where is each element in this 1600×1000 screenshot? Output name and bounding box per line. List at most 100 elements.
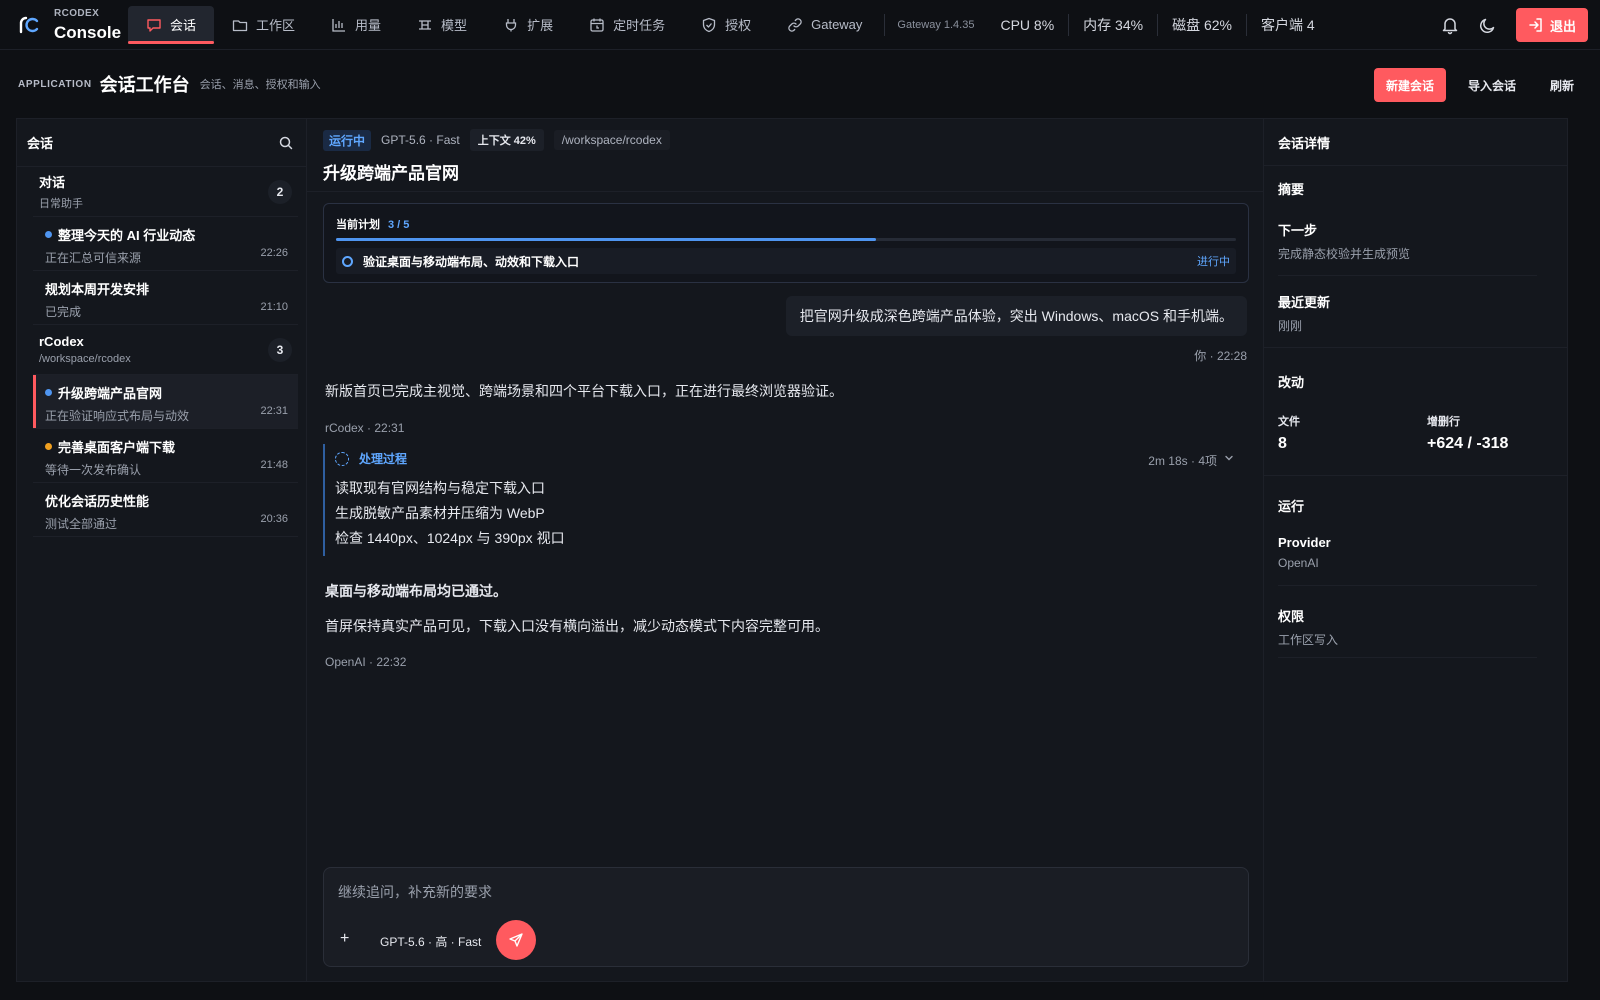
group-name: 对话 <box>39 175 66 190</box>
session-group-rcodex[interactable]: rCodex /workspace/rcodex 3 <box>33 325 298 375</box>
logout-icon <box>1529 18 1542 32</box>
chat-icon <box>147 18 161 32</box>
gateway-version: Gateway 1.4.35 <box>897 18 975 31</box>
refresh-button[interactable]: 刷新 <box>1538 68 1586 102</box>
details-title: 会话详情 <box>1278 133 1553 152</box>
status-dot <box>45 389 52 396</box>
message-input[interactable] <box>338 880 1218 904</box>
loading-icon <box>335 451 349 466</box>
nav-item-authorization[interactable]: 授权 <box>683 0 769 50</box>
page-header: APPLICATION 会话工作台 会话、消息、授权和输入 新建会话 导入会话 … <box>0 50 1600 118</box>
plan-step[interactable]: 验证桌面与移动端布局、动效和下载入口 进行中 <box>336 248 1236 274</box>
session-title: 规划本周开发安排 <box>45 282 150 297</box>
nav-item-models[interactable]: 模型 <box>399 0 485 50</box>
plan-step-text: 验证桌面与移动端布局、动效和下载入口 <box>363 254 580 269</box>
run-heading: 运行 <box>1278 499 1305 514</box>
status-dot <box>45 443 52 450</box>
next-step: 下一步 完成静态校验并生成预览 <box>1278 220 1553 262</box>
system-status: Gateway 1.4.35 CPU 8% 内存 34% 磁盘 62% 客户端 … <box>884 0 1328 50</box>
assistant-message-meta: OpenAI · 22:32 <box>325 655 407 669</box>
session-item[interactable]: 规划本周开发安排 已完成 21:10 <box>33 271 298 325</box>
session-time: 21:10 <box>260 301 288 313</box>
disk-usage: 磁盘 62% <box>1172 16 1233 33</box>
bar-chart-icon <box>332 18 346 32</box>
logout-button[interactable]: 退出 <box>1515 8 1588 42</box>
files-label: 文件 <box>1278 416 1300 428</box>
session-group-dialog[interactable]: 对话 日常助手 2 <box>33 167 298 217</box>
user-message-meta: 你 · 22:28 <box>1194 349 1247 363</box>
session-item[interactable]: 整理今天的 AI 行业动态 正在汇总可信来源 22:26 <box>33 217 298 271</box>
files-value: 8 <box>1278 435 1287 452</box>
chat-meta: 运行中 GPT-5.6 · Fast 上下文 42% /workspace/rc… <box>323 129 670 151</box>
divider <box>1278 585 1537 586</box>
shield-icon <box>702 17 716 32</box>
top-bar: RCODEX Console 会话 工作区 用量 模型 扩展 定时任务 授权 G… <box>0 0 1600 50</box>
nav-item-gateway[interactable]: Gateway <box>769 0 880 50</box>
model-selector[interactable]: GPT-5.6 · 高 · Fast <box>380 933 481 950</box>
session-list-panel: 会话 对话 日常助手 2 整理今天的 AI 行业动态 正在汇总可信来源 22:2… <box>16 118 306 982</box>
search-icon[interactable] <box>278 135 294 151</box>
provider-label: Provider <box>1278 535 1331 550</box>
nav-item-scheduled-tasks[interactable]: 定时任务 <box>571 0 683 50</box>
model-label: GPT-5.6 · Fast <box>381 133 460 147</box>
page-actions: 新建会话 导入会话 刷新 <box>1373 68 1586 102</box>
logout-label: 退出 <box>1549 18 1576 34</box>
process-stats: 2m 18s · 4项 <box>1148 454 1217 468</box>
top-actions: 退出 <box>1440 8 1588 42</box>
session-subtitle: 已完成 <box>45 305 82 319</box>
step-ring-icon <box>342 255 353 267</box>
session-time: 20:36 <box>260 513 288 525</box>
brand-name: Console <box>54 22 122 42</box>
last-updated-label: 最近更新 <box>1278 295 1331 310</box>
session-item[interactable]: 优化会话历史性能 测试全部通过 20:36 <box>33 483 298 537</box>
nav-item-label: Gateway <box>811 17 863 32</box>
session-subtitle: 测试全部通过 <box>45 517 118 531</box>
permission-label: 权限 <box>1278 609 1305 624</box>
new-session-button[interactable]: 新建会话 <box>1373 68 1446 102</box>
process-header[interactable]: 处理过程 <box>335 450 407 467</box>
nav-item-extensions[interactable]: 扩展 <box>485 0 571 50</box>
plan-count: 3 / 5 <box>388 219 410 231</box>
divider <box>1264 475 1567 476</box>
session-subtitle: 正在汇总可信来源 <box>45 251 142 265</box>
session-time: 22:26 <box>260 247 288 259</box>
chevron-down-icon[interactable] <box>1223 452 1235 464</box>
nav-item-sessions[interactable]: 会话 <box>128 5 215 44</box>
nav-item-label: 模型 <box>441 18 468 33</box>
process-label: 处理过程 <box>359 452 408 466</box>
assistant-message: 新版首页已完成主视觉、跨端场景和四个平台下载入口，正在进行最终浏览器验证。 <box>325 383 843 399</box>
session-item-active[interactable]: 升级跨端产品官网 正在验证响应式布局与动效 22:31 <box>33 375 298 429</box>
session-title: 整理今天的 AI 行业动态 <box>58 228 196 243</box>
group-subtitle: 日常助手 <box>39 198 83 210</box>
moon-icon[interactable] <box>1478 15 1498 35</box>
client-count: 客户端 4 <box>1261 16 1315 33</box>
folder-icon <box>232 19 248 31</box>
plan-step-status: 进行中 <box>1197 256 1230 268</box>
changes-heading: 改动 <box>1278 375 1305 390</box>
context-badge: 上下文 42% <box>469 129 544 151</box>
process-step: 生成脱敏产品素材并压缩为 WebP <box>335 505 545 521</box>
nav-item-label: 授权 <box>725 18 752 33</box>
bell-icon[interactable] <box>1440 15 1460 35</box>
status-badge: 运行中 <box>323 129 372 151</box>
import-session-button[interactable]: 导入会话 <box>1456 68 1528 102</box>
user-message: 把官网升级成深色跨端产品体验，突出 Windows、macOS 和手机端。 <box>785 296 1247 336</box>
cpu-usage: CPU 8% <box>1000 16 1055 33</box>
session-subtitle: 等待一次发布确认 <box>45 463 142 477</box>
next-step-value: 完成静态校验并生成预览 <box>1278 247 1411 261</box>
assistant-message-meta: rCodex · 22:31 <box>325 421 405 435</box>
workspace-path: /workspace/rcodex <box>553 130 670 150</box>
divider <box>1278 657 1537 658</box>
nav-item-usage[interactable]: 用量 <box>313 0 399 50</box>
send-button[interactable] <box>496 920 536 960</box>
permission-value: 工作区写入 <box>1278 633 1339 647</box>
session-item[interactable]: 完善桌面客户端下载 等待一次发布确认 21:48 <box>33 429 298 483</box>
page-description: 会话、消息、授权和输入 <box>199 79 321 91</box>
divider <box>1278 275 1537 276</box>
plan-label: 当前计划 <box>336 219 380 231</box>
add-attachment-button[interactable]: + <box>340 930 349 948</box>
session-list-title: 会话 <box>27 136 54 151</box>
divider <box>1264 347 1567 348</box>
brand[interactable]: RCODEX Console <box>0 8 128 42</box>
nav-item-workspace[interactable]: 工作区 <box>214 0 313 50</box>
